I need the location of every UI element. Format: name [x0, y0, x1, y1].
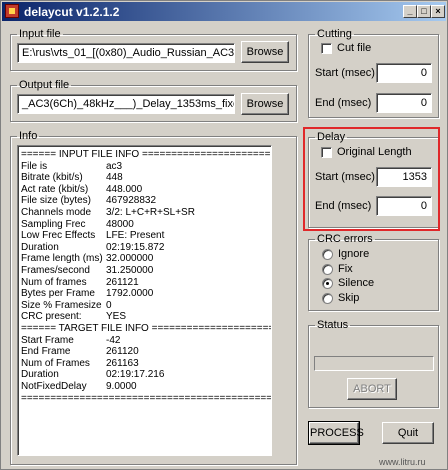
- info-line-value: 0: [106, 299, 112, 311]
- crc-silence-label: Silence: [338, 277, 375, 289]
- info-line-label: Size % Framesize: [21, 299, 102, 311]
- cut-start-field[interactable]: 0: [376, 63, 432, 83]
- watermark-text: www.litru.ru: [379, 457, 426, 467]
- info-line-value: 448: [106, 172, 123, 184]
- original-length-label: Original Length: [337, 146, 412, 158]
- info-line-label: Channels mode: [21, 207, 92, 218]
- info-line-label: Low Frec Effects: [21, 230, 96, 242]
- info-line-label: Bytes per Frame: [21, 288, 95, 300]
- delay-end-label: End (msec): [315, 200, 372, 212]
- info-line-value: 02:19:17.216: [106, 369, 165, 381]
- info-line-value: 3/2: L+C+R+SL+SR: [106, 207, 195, 218]
- info-line-value: 9.0000: [106, 381, 137, 392]
- crc-fix-label: Fix: [338, 263, 353, 275]
- progress-bar: [314, 356, 434, 371]
- info-line-label: Duration: [21, 369, 59, 381]
- cut-file-label: Cut file: [337, 42, 372, 54]
- info-line-value: 261120: [106, 346, 139, 358]
- title-bar[interactable]: delaycut v1.2.1.2 _ □ ×: [2, 2, 446, 21]
- info-line-label: Duration: [21, 241, 59, 253]
- info-line-value: 32.000000: [106, 253, 154, 265]
- input-file-legend: Input file: [19, 28, 61, 40]
- info-line-value: ac3: [106, 160, 123, 172]
- close-button[interactable]: ×: [431, 5, 445, 18]
- input-browse-button[interactable]: Browse: [241, 41, 289, 63]
- crc-ignore-radio[interactable]: [322, 249, 333, 260]
- info-line-label: CRC present:: [21, 311, 82, 323]
- crc-errors-legend: CRC errors: [317, 233, 373, 245]
- crc-ignore-label: Ignore: [338, 248, 370, 260]
- info-line-label: Start Frame: [21, 334, 74, 346]
- info-line-label: ========================================…: [21, 392, 272, 404]
- cut-end-label: End (msec): [315, 97, 372, 109]
- info-line-value: 261121: [106, 276, 139, 288]
- quit-button[interactable]: Quit: [382, 422, 434, 444]
- delay-end-field[interactable]: 0: [376, 196, 432, 216]
- info-line-label: Frames/second: [21, 265, 90, 276]
- info-line-value: LFE: Present: [106, 230, 165, 242]
- status-legend: Status: [317, 319, 349, 331]
- crc-skip-radio[interactable]: [322, 293, 333, 304]
- info-line-value: YES: [106, 311, 127, 323]
- info-line-value: 467928832: [106, 195, 157, 207]
- crc-skip-label: Skip: [338, 292, 360, 304]
- app-icon: [5, 4, 19, 18]
- info-line-label: Sampling Frec: [21, 218, 86, 230]
- info-line-label: End Frame: [21, 346, 71, 358]
- abort-button[interactable]: ABORT: [347, 378, 397, 400]
- info-line-value: 1792.0000: [106, 288, 154, 300]
- info-line-value: -42: [106, 334, 121, 346]
- info-text-area[interactable]: ====== INPUT FILE INFO =================…: [17, 145, 272, 456]
- delay-start-label: Start (msec): [315, 171, 375, 183]
- cutting-legend: Cutting: [317, 28, 352, 40]
- info-line-value: 448.000: [106, 183, 143, 195]
- delay-start-field[interactable]: 1353: [376, 167, 432, 187]
- info-line-value: 48000: [106, 218, 134, 230]
- maximize-button[interactable]: □: [417, 5, 431, 18]
- original-length-checkbox[interactable]: [321, 147, 332, 158]
- info-line-label: NotFixedDelay: [21, 381, 87, 392]
- info-line-label: Frame length (ms): [21, 253, 103, 265]
- cut-file-checkbox[interactable]: [321, 43, 332, 54]
- info-line-value: 261163: [106, 357, 139, 369]
- info-line-value: 02:19:15.872: [106, 241, 165, 253]
- input-file-path-field[interactable]: E:\rus\vts_01_[(0x80)_Audio_Russian_AC3(…: [17, 43, 235, 63]
- info-line-value: 31.250000: [106, 265, 154, 276]
- process-button[interactable]: PROCESS: [308, 421, 364, 445]
- crc-silence-radio[interactable]: [322, 278, 333, 289]
- window-title: delaycut v1.2.1.2: [24, 5, 120, 19]
- main-window: delaycut v1.2.1.2 _ □ × Input file E:\ru…: [0, 0, 448, 470]
- info-line-label: ====== TARGET FILE INFO ================…: [21, 323, 271, 334]
- info-line-label: File size (bytes): [21, 195, 92, 207]
- info-legend: Info: [19, 130, 38, 142]
- info-line-label: Num of Frames: [21, 357, 90, 369]
- info-line-label: Bitrate (kbit/s): [21, 172, 83, 184]
- cut-end-field[interactable]: 0: [376, 93, 432, 113]
- info-line-label: Num of frames: [21, 276, 87, 288]
- crc-fix-radio[interactable]: [322, 264, 333, 275]
- output-browse-button[interactable]: Browse: [241, 93, 289, 115]
- info-line-label: Act rate (kbit/s): [21, 183, 89, 195]
- output-file-path-field[interactable]: _AC3(6Ch)_48kHz___)_Delay_1353ms_fixed.a…: [17, 94, 235, 114]
- info-line-label: File is: [21, 160, 48, 172]
- minimize-button[interactable]: _: [403, 5, 417, 18]
- info-line-label: ====== INPUT FILE INFO =================…: [21, 149, 272, 160]
- output-file-legend: Output file: [19, 79, 70, 91]
- cut-start-label: Start (msec): [315, 67, 375, 79]
